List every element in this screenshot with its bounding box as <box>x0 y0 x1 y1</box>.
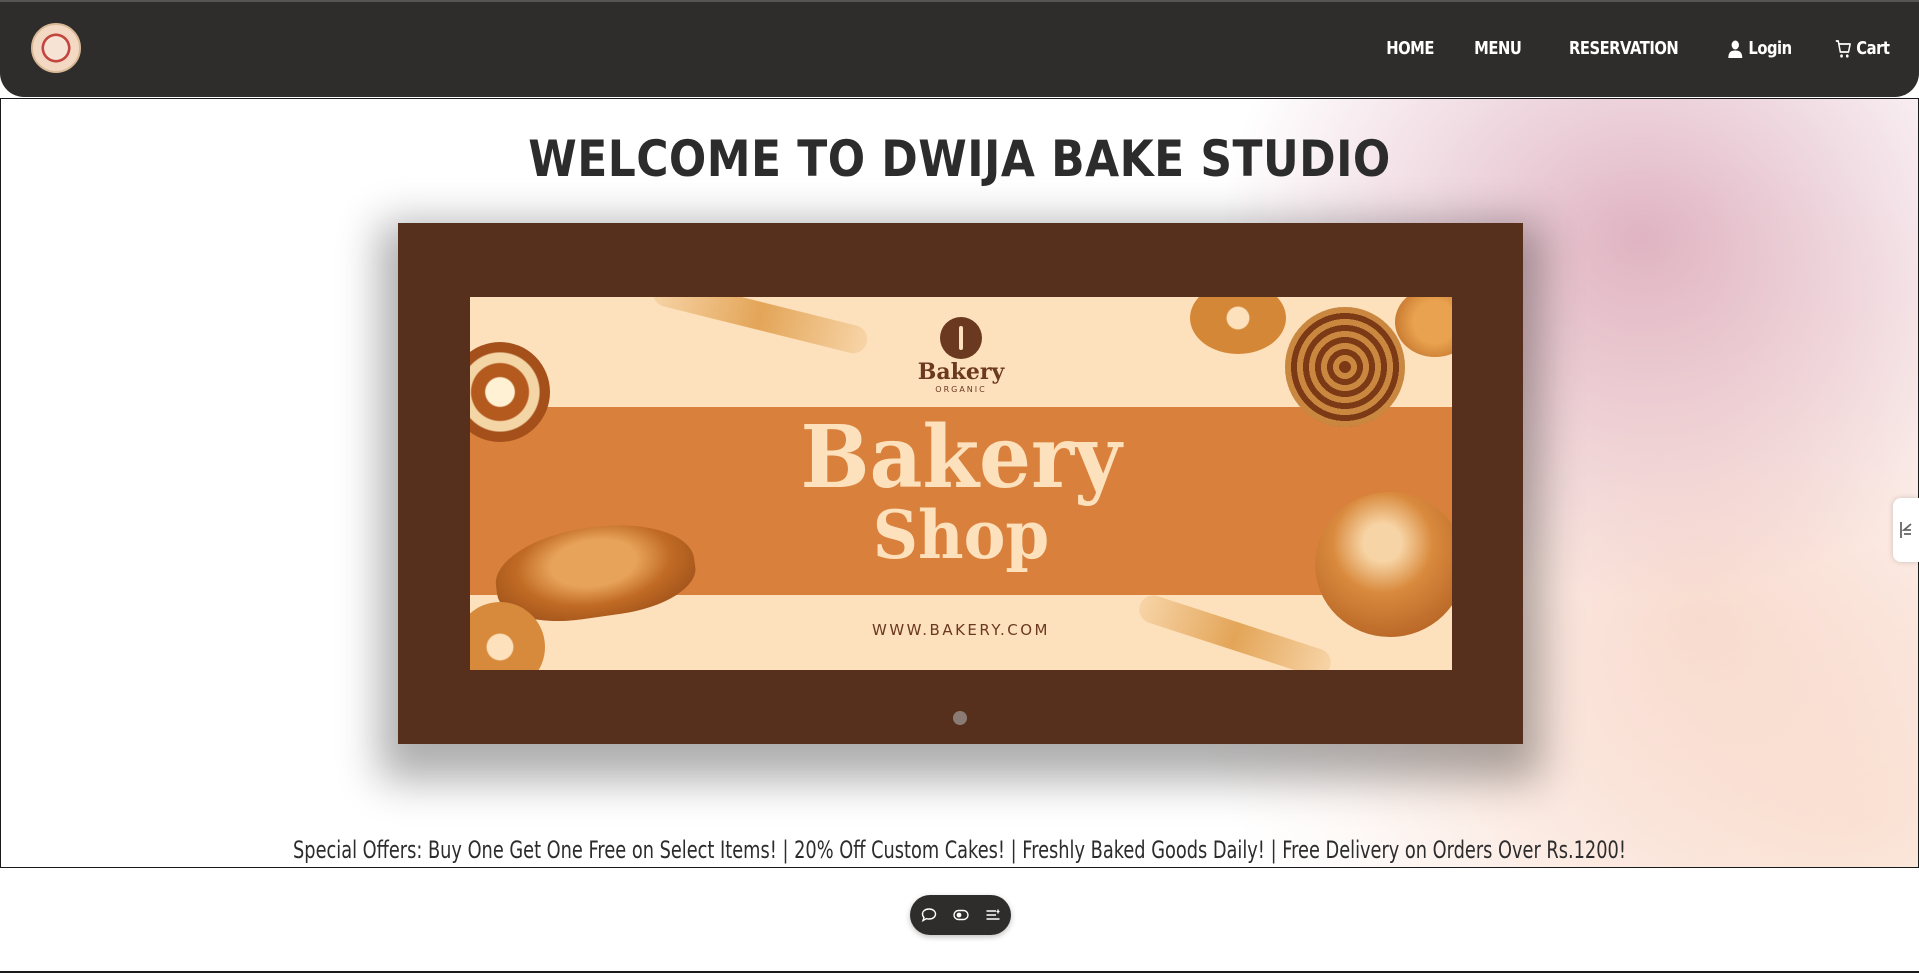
banner-url: WWW.BAKERY.COM <box>872 621 1050 639</box>
special-offers-ticker: Special Offers: Buy One Get One Free on … <box>293 836 1626 864</box>
wheat-image <box>649 297 871 357</box>
nav-cart-link[interactable]: Cart <box>1835 38 1890 59</box>
comment-button[interactable] <box>919 905 939 925</box>
banner-brand-name: Bakery <box>917 359 1005 385</box>
nav-login-label: Login <box>1748 38 1792 59</box>
toggle-button[interactable] <box>951 905 971 925</box>
nav-reservation-label: RESERVATION <box>1568 38 1679 59</box>
menu-list-icon <box>986 909 999 920</box>
carousel-dot[interactable] <box>953 711 967 725</box>
croissant-image <box>1395 297 1452 357</box>
toggle-icon <box>952 909 969 921</box>
cart-icon <box>1835 39 1851 58</box>
nav-login-link[interactable]: Login <box>1727 38 1792 59</box>
banner-brand-sub: ORGANIC <box>935 385 987 394</box>
banner-title-line2: Shop <box>872 496 1050 574</box>
bakery-logo[interactable] <box>31 23 81 73</box>
comment-icon <box>921 908 936 923</box>
menu-list-button[interactable] <box>983 905 1003 925</box>
nav-menu-link[interactable]: MENU <box>1474 38 1522 59</box>
collapse-icon <box>1900 522 1912 538</box>
floating-toolbar <box>910 895 1011 935</box>
donut-image <box>1190 297 1286 354</box>
nav-home-link[interactable]: HOME <box>1386 38 1434 59</box>
banner-title-line1: Bakery <box>800 407 1122 508</box>
nav-cart-label: Cart <box>1855 38 1890 59</box>
carousel-slide-banner: Bakery ORGANIC Bakery Shop WWW.BAKERY.CO… <box>470 297 1452 670</box>
wheat-logo-icon <box>940 317 982 359</box>
side-panel-tab[interactable] <box>1893 498 1919 562</box>
page-title: WELCOME TO DWIJA BAKE STUDIO <box>528 130 1391 188</box>
nav-reservation-link[interactable]: RESERVATION <box>1568 38 1679 59</box>
navbar: HOME MENU RESERVATION Login Cart <box>0 2 1919 97</box>
nav-menu: HOME MENU RESERVATION Login Cart <box>1381 38 1895 59</box>
user-icon <box>1728 40 1743 58</box>
nav-home-label: HOME <box>1386 38 1434 59</box>
nav-menu-label: MENU <box>1474 38 1522 59</box>
image-carousel[interactable]: Bakery ORGANIC Bakery Shop WWW.BAKERY.CO… <box>398 223 1523 744</box>
